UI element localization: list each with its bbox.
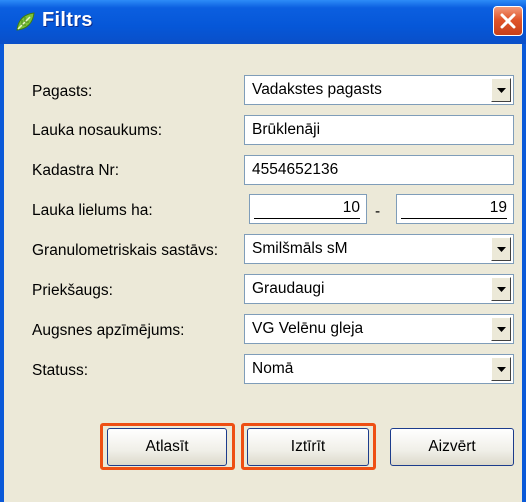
dialog-body: Pagasts: Vadakstes pagasts Lauka nosauku… <box>4 44 522 502</box>
granulometriskais-select[interactable]: Smilšmāls sM <box>244 234 514 264</box>
statuss-dropdown-button[interactable] <box>491 357 511 381</box>
augsnes-dropdown-button[interactable] <box>491 317 511 341</box>
lauka-lielums-from-value: 10 <box>254 199 360 219</box>
iztirit-button[interactable]: Iztīrīt <box>247 428 369 466</box>
pagasts-select[interactable]: Vadakstes pagasts <box>244 75 514 105</box>
lauka-nosaukums-label: Lauka nosaukums: <box>32 122 163 139</box>
lauka-lielums-label: Lauka lielums ha: <box>32 202 153 219</box>
close-icon <box>500 13 516 29</box>
prieksaugs-label: Priekšaugs: <box>32 282 113 299</box>
leaf-icon <box>16 12 35 31</box>
lauka-nosaukums-input[interactable]: Brūklenāji <box>244 115 514 145</box>
window-title: Filtrs <box>42 9 93 31</box>
close-button[interactable] <box>493 6 523 36</box>
chevron-down-icon <box>497 287 506 292</box>
augsnes-label: Augsnes apzīmējums: <box>32 322 185 339</box>
chevron-down-icon <box>497 247 506 252</box>
augsnes-select[interactable]: VG Velēnu gleja <box>244 314 514 344</box>
prieksaugs-dropdown-button[interactable] <box>491 277 511 301</box>
title-bar[interactable]: Filtrs <box>0 0 526 44</box>
lauka-nosaukums-value: Brūklenāji <box>252 121 321 138</box>
prieksaugs-select[interactable]: Graudaugi <box>244 274 514 304</box>
statuss-label: Statuss: <box>32 362 88 379</box>
lauka-lielums-to-value: 19 <box>401 199 507 219</box>
range-separator: - <box>375 203 381 220</box>
lauka-lielums-to-input[interactable]: 19 <box>396 194 514 224</box>
kadastra-nr-value: 4554652136 <box>252 161 339 178</box>
prieksaugs-value: Graudaugi <box>252 280 325 297</box>
statuss-value: Nomā <box>252 360 294 377</box>
granulometriskais-value: Smilšmāls sM <box>252 240 348 257</box>
aizvert-button[interactable]: Aizvērt <box>390 428 514 466</box>
pagasts-dropdown-button[interactable] <box>491 78 511 102</box>
statuss-select[interactable]: Nomā <box>244 354 514 384</box>
filter-dialog: Filtrs Pagasts: Vadakstes pagasts Lauka … <box>0 0 526 502</box>
chevron-down-icon <box>497 367 506 372</box>
granulometriskais-label: Granulometriskais sastāvs: <box>32 242 219 259</box>
chevron-down-icon <box>497 88 506 93</box>
kadastra-nr-input[interactable]: 4554652136 <box>244 155 514 185</box>
kadastra-nr-label: Kadastra Nr: <box>32 162 120 179</box>
chevron-down-icon <box>497 327 506 332</box>
pagasts-label: Pagasts: <box>32 83 93 100</box>
augsnes-value: VG Velēnu gleja <box>252 320 364 337</box>
pagasts-value: Vadakstes pagasts <box>252 81 382 98</box>
atlasit-button[interactable]: Atlasīt <box>107 428 227 466</box>
lauka-lielums-from-input[interactable]: 10 <box>249 194 367 224</box>
granulometriskais-dropdown-button[interactable] <box>491 237 511 261</box>
